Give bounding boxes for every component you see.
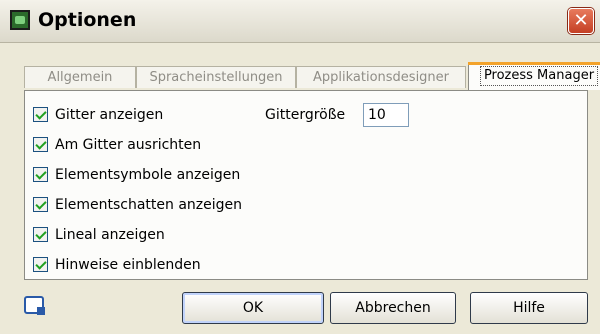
- tab-prozess-manager[interactable]: Prozess Manager: [468, 62, 600, 90]
- grid-size-label: Gittergröße: [265, 107, 346, 123]
- grid-size-input[interactable]: 10: [363, 103, 409, 127]
- tab-label: Prozess Manager: [479, 66, 599, 86]
- option-label: Am Gitter ausrichten: [55, 137, 202, 153]
- help-button[interactable]: Hilfe: [470, 292, 588, 324]
- option-label: Hinweise einblenden: [55, 257, 201, 273]
- option-label: Lineal anzeigen: [55, 227, 165, 243]
- checkbox[interactable]: [33, 197, 48, 212]
- app-icon: [10, 10, 30, 30]
- options-panel: Gitter anzeigen Am Gitter ausrichten Ele…: [24, 90, 588, 280]
- help-context-icon[interactable]: [24, 296, 45, 315]
- checkbox[interactable]: [33, 137, 48, 152]
- close-button[interactable]: ✕: [568, 8, 594, 34]
- checkbox[interactable]: [33, 227, 48, 242]
- window-title: Optionen: [38, 9, 137, 31]
- ok-button[interactable]: OK: [182, 292, 324, 324]
- option-label: Elementschatten anzeigen: [55, 197, 242, 213]
- option-label: Gitter anzeigen: [55, 107, 164, 123]
- tab-allgemein[interactable]: Allgemein: [24, 66, 136, 88]
- checkbox[interactable]: [33, 107, 48, 122]
- cancel-button[interactable]: Abbrechen: [330, 292, 456, 324]
- checkbox[interactable]: [33, 257, 48, 272]
- tab-applikationsdesigner[interactable]: Applikationsdesigner: [296, 66, 466, 88]
- tab-spracheinstellungen[interactable]: Spracheinstellungen: [136, 66, 296, 88]
- title-bar: Optionen ✕: [0, 0, 600, 43]
- checkbox[interactable]: [33, 167, 48, 182]
- option-label: Elementsymbole anzeigen: [55, 167, 241, 183]
